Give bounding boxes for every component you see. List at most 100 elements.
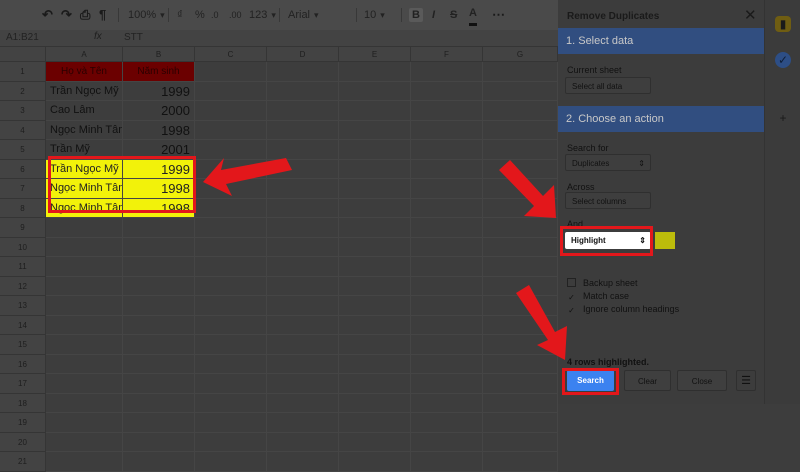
grid-cell[interactable]: [46, 354, 123, 374]
row-header[interactable]: 8: [0, 198, 46, 218]
font-select[interactable]: Arial: [288, 7, 346, 23]
grid-cell[interactable]: [483, 101, 558, 121]
row-header[interactable]: 9: [0, 218, 46, 238]
grid-cell[interactable]: [46, 296, 123, 316]
year-cell[interactable]: 2000: [123, 101, 195, 121]
grid-cell[interactable]: [339, 179, 411, 199]
tasks-icon[interactable]: ✓: [775, 52, 791, 68]
search-button[interactable]: Search: [567, 370, 614, 391]
row-header[interactable]: 1: [0, 62, 46, 82]
name-cell[interactable]: Ngọc Minh Tâm: [46, 198, 123, 218]
grid-cell[interactable]: [483, 159, 558, 179]
name-cell[interactable]: Trần Ngọc Mỹ: [46, 159, 123, 179]
menu-icon[interactable]: ☰: [736, 370, 756, 391]
grid-cell[interactable]: [411, 218, 483, 238]
grid-cell[interactable]: [267, 257, 339, 277]
row-header[interactable]: 7: [0, 179, 46, 199]
row-header[interactable]: 10: [0, 237, 46, 257]
increase-decimal-button[interactable]: .00: [229, 7, 242, 23]
year-cell[interactable]: 1999: [123, 159, 195, 179]
row-header[interactable]: 2: [0, 81, 46, 101]
backup-sheet-checkbox[interactable]: Backup sheet: [567, 278, 638, 288]
header-cell-name[interactable]: Họ và Tên: [46, 62, 123, 82]
grid-cell[interactable]: [267, 276, 339, 296]
column-header-a[interactable]: A: [46, 47, 123, 62]
grid-cell[interactable]: [483, 413, 558, 433]
select-columns-button[interactable]: Select columns: [565, 192, 651, 209]
grid-cell[interactable]: [411, 140, 483, 160]
grid-cell[interactable]: [195, 62, 267, 82]
grid-cell[interactable]: [195, 315, 267, 335]
grid-cell[interactable]: [411, 354, 483, 374]
grid-cell[interactable]: [195, 335, 267, 355]
grid-cell[interactable]: [46, 315, 123, 335]
grid-cell[interactable]: [483, 81, 558, 101]
bold-button[interactable]: B: [409, 7, 423, 23]
column-header-g[interactable]: G: [483, 47, 558, 62]
percent-button[interactable]: %: [195, 7, 205, 23]
currency-button[interactable]: ₫: [177, 7, 183, 23]
grid-cell[interactable]: [267, 296, 339, 316]
close-button[interactable]: Close: [677, 370, 727, 391]
name-cell[interactable]: Ngọc Minh Tâm: [46, 120, 123, 140]
grid-cell[interactable]: [411, 81, 483, 101]
grid-cell[interactable]: [46, 237, 123, 257]
grid-cell[interactable]: [267, 393, 339, 413]
select-all-corner[interactable]: [0, 47, 46, 62]
grid-cell[interactable]: [339, 315, 411, 335]
row-header[interactable]: 17: [0, 374, 46, 394]
grid-cell[interactable]: [46, 374, 123, 394]
grid-cell[interactable]: [267, 159, 339, 179]
row-header[interactable]: 3: [0, 101, 46, 121]
grid-cell[interactable]: [195, 354, 267, 374]
grid-cell[interactable]: [411, 413, 483, 433]
grid-cell[interactable]: [195, 140, 267, 160]
year-cell[interactable]: 1998: [123, 120, 195, 140]
grid-cell[interactable]: [46, 413, 123, 433]
grid-cell[interactable]: [411, 159, 483, 179]
grid-cell[interactable]: [411, 101, 483, 121]
row-header[interactable]: 13: [0, 296, 46, 316]
row-header[interactable]: 21: [0, 452, 46, 472]
column-header-b[interactable]: B: [123, 47, 195, 62]
row-header[interactable]: 15: [0, 335, 46, 355]
grid-cell[interactable]: [339, 335, 411, 355]
grid-cell[interactable]: [267, 198, 339, 218]
grid-cell[interactable]: [267, 374, 339, 394]
grid-cell[interactable]: [483, 62, 558, 82]
zoom-select[interactable]: 100%: [128, 7, 165, 23]
grid-cell[interactable]: [267, 354, 339, 374]
grid-cell[interactable]: [339, 354, 411, 374]
header-cell-year[interactable]: Năm sinh: [123, 62, 195, 82]
grid-cell[interactable]: [339, 159, 411, 179]
grid-cell[interactable]: [123, 296, 195, 316]
grid-cell[interactable]: [123, 315, 195, 335]
grid-cell[interactable]: [483, 374, 558, 394]
grid-cell[interactable]: [339, 276, 411, 296]
grid-cell[interactable]: [123, 452, 195, 472]
grid-cell[interactable]: [339, 374, 411, 394]
grid-cell[interactable]: [267, 120, 339, 140]
grid-cell[interactable]: [339, 81, 411, 101]
grid-cell[interactable]: [339, 296, 411, 316]
name-cell[interactable]: Cao Lâm: [46, 101, 123, 121]
add-addon-icon[interactable]: +: [775, 110, 791, 126]
text-color-button[interactable]: A: [469, 7, 477, 26]
checkbox-unchecked[interactable]: [567, 278, 576, 287]
column-header-e[interactable]: E: [339, 47, 411, 62]
print-icon[interactable]: ⎙: [80, 7, 90, 23]
redo-icon[interactable]: ↷: [61, 7, 72, 23]
column-header-f[interactable]: F: [411, 47, 483, 62]
grid-cell[interactable]: [411, 62, 483, 82]
grid-cell[interactable]: [195, 413, 267, 433]
grid-cell[interactable]: [267, 101, 339, 121]
column-header-c[interactable]: C: [195, 47, 267, 62]
grid-cell[interactable]: [339, 257, 411, 277]
italic-button[interactable]: I: [432, 7, 435, 23]
grid-cell[interactable]: [195, 393, 267, 413]
grid-cell[interactable]: [195, 296, 267, 316]
name-cell[interactable]: Trần Ngọc Mỹ: [46, 81, 123, 101]
grid-cell[interactable]: [339, 101, 411, 121]
grid-cell[interactable]: [483, 140, 558, 160]
grid-cell[interactable]: [267, 413, 339, 433]
